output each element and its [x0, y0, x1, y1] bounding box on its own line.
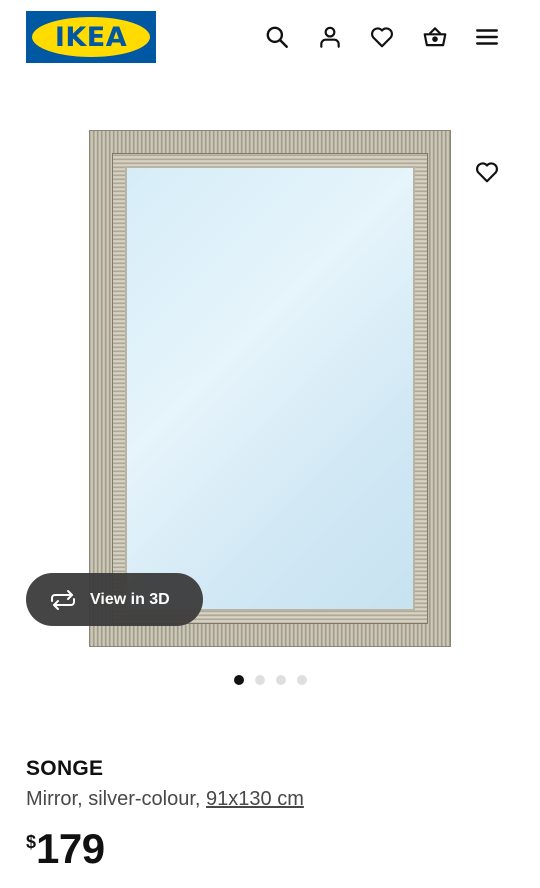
product-description: Mirror, silver-colour, 91x130 cm: [26, 788, 304, 811]
product-description-text: Mirror, silver-colour,: [26, 788, 201, 810]
heart-icon: [476, 162, 498, 183]
ikea-logo[interactable]: IKEA: [26, 11, 156, 63]
view-in-3d-label: View in 3D: [90, 590, 170, 608]
mirror-frame: [112, 153, 428, 624]
product-image-mirror[interactable]: [89, 130, 451, 647]
carousel-dot[interactable]: [233, 675, 244, 685]
mirror-glass: [125, 166, 415, 611]
add-to-favourites-button[interactable]: [472, 157, 502, 187]
product-size-link[interactable]: 91x130 cm: [206, 788, 304, 810]
carousel-dots: [0, 675, 540, 685]
menu-icon[interactable]: [472, 22, 502, 52]
carousel-dot[interactable]: [254, 675, 265, 685]
heart-icon[interactable]: [367, 22, 397, 52]
site-header: IKEA: [0, 0, 540, 72]
product-name: SONGE: [26, 757, 104, 780]
rotate-3d-icon: [51, 589, 75, 610]
search-icon[interactable]: [262, 22, 292, 52]
shopping-bag-icon[interactable]: [420, 22, 450, 52]
product-gallery[interactable]: View in 3D: [0, 100, 540, 700]
price-currency: $: [26, 832, 37, 852]
account-icon[interactable]: [315, 22, 345, 52]
price-amount: 179: [36, 825, 105, 872]
logo-text: IKEA: [54, 21, 128, 53]
carousel-dot[interactable]: [296, 675, 307, 685]
view-in-3d-button[interactable]: View in 3D: [26, 573, 203, 626]
logo-oval: IKEA: [32, 17, 150, 57]
product-price: $ 179: [26, 826, 105, 872]
carousel-dot[interactable]: [275, 675, 286, 685]
